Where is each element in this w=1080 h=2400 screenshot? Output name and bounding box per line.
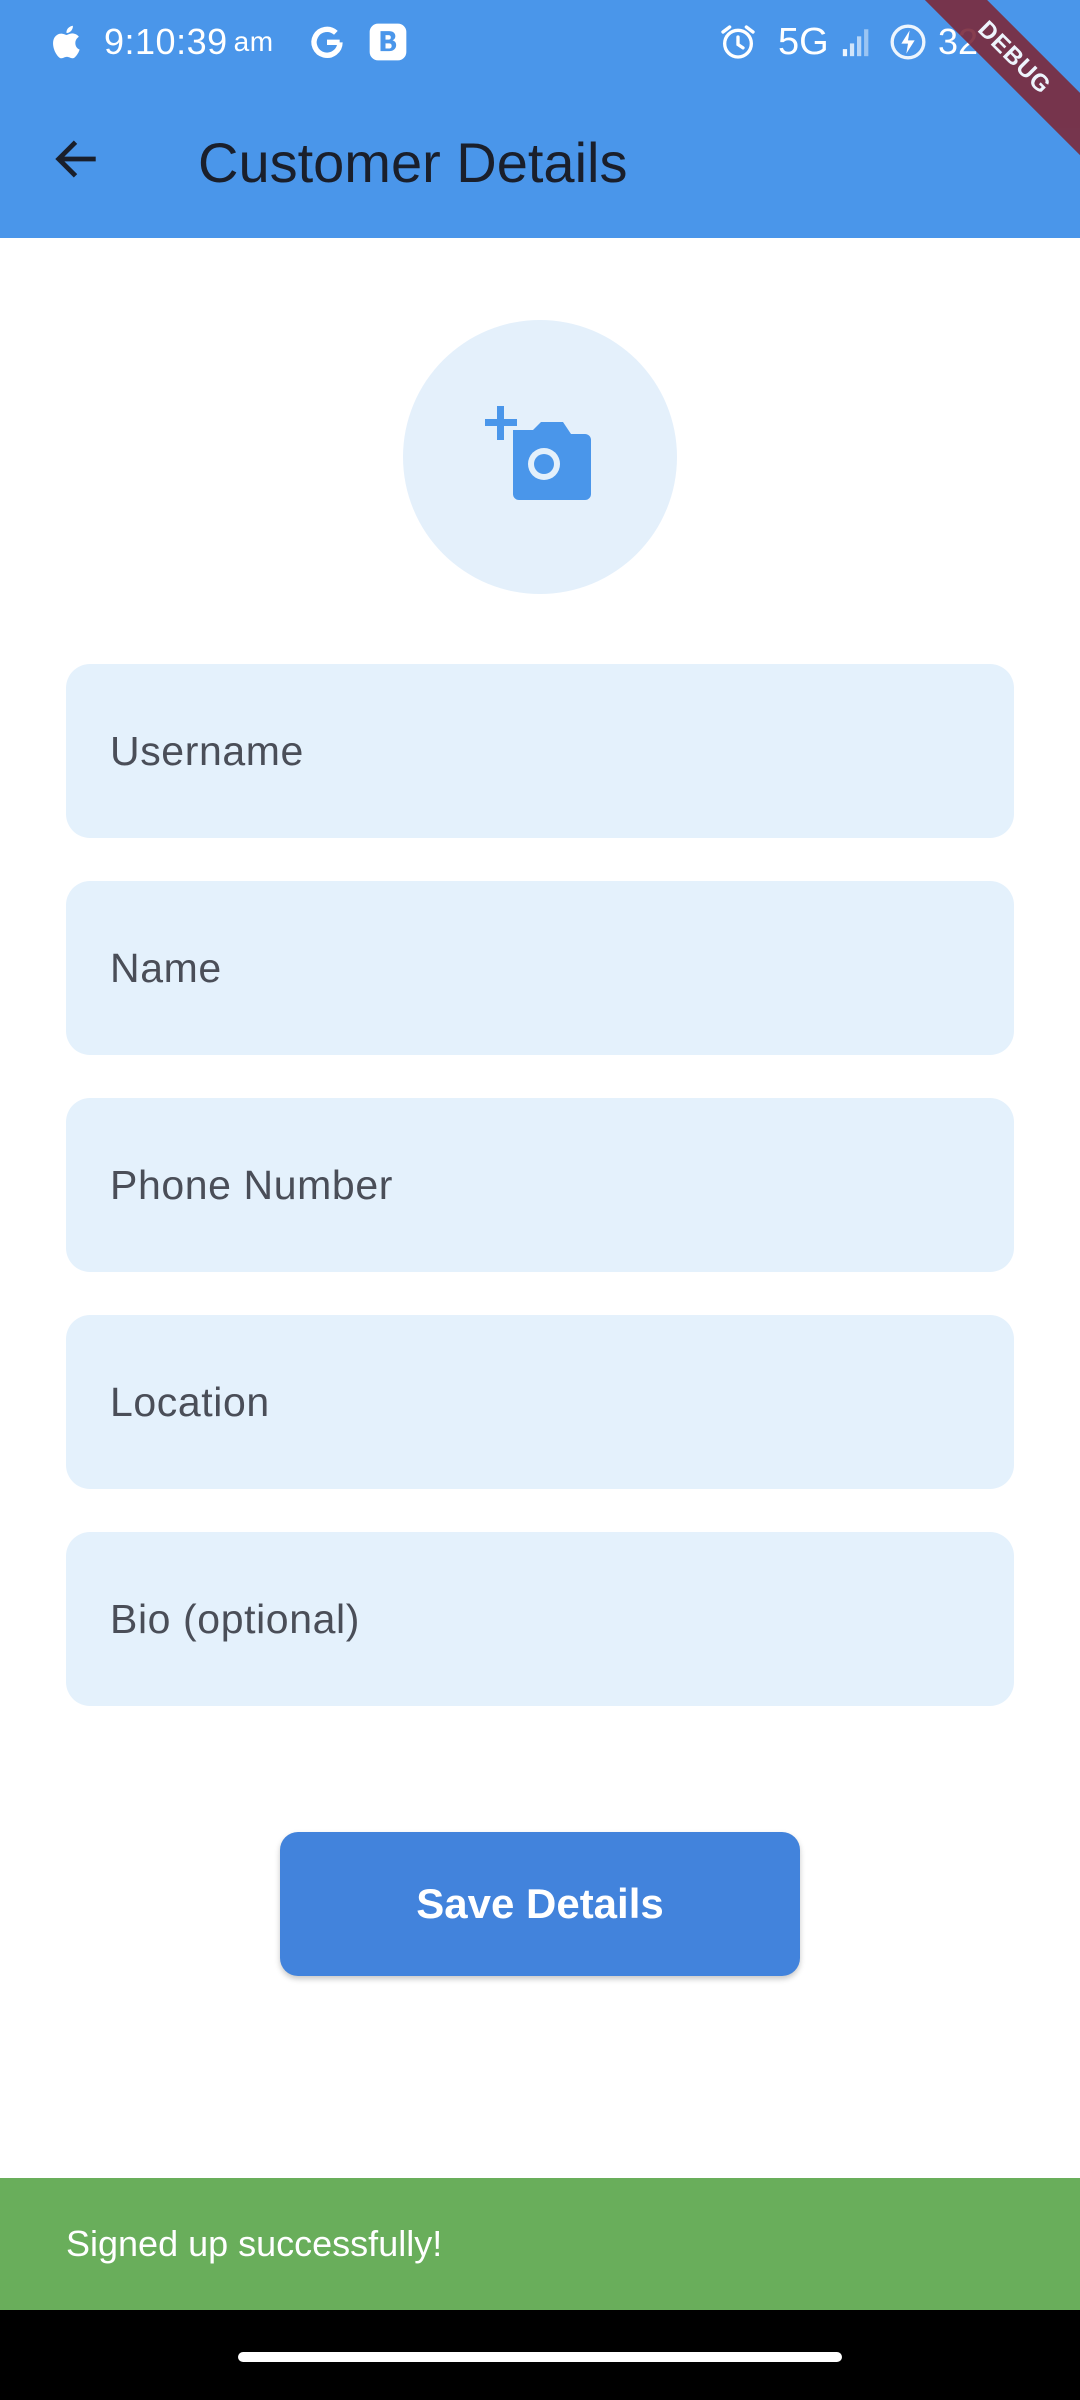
status-time: 9:10:39 am	[104, 21, 274, 62]
status-bar: 9:10:39 am 5G 32	[0, 0, 1080, 84]
signal-icon	[840, 0, 874, 84]
apple-icon	[48, 0, 82, 84]
username-input[interactable]	[108, 726, 1014, 776]
bio-input[interactable]	[108, 1594, 1014, 1644]
google-icon	[308, 0, 346, 84]
location-input[interactable]	[108, 1377, 1014, 1427]
phone-input[interactable]	[108, 1160, 1014, 1210]
add-a-photo-icon	[484, 404, 595, 511]
bio-field[interactable]	[66, 1532, 1014, 1706]
alarm-icon	[718, 0, 758, 84]
network-type: 5G	[778, 20, 829, 63]
page-title: Customer Details	[198, 130, 628, 194]
system-nav-bar	[0, 2310, 1080, 2400]
app-bar: Customer Details	[0, 84, 1080, 238]
phone-field[interactable]	[66, 1098, 1014, 1272]
home-gesture-handle[interactable]	[238, 2352, 842, 2362]
snackbar: Signed up successfully!	[0, 2178, 1080, 2310]
location-field[interactable]	[66, 1315, 1014, 1489]
profile-photo-picker[interactable]	[403, 320, 677, 594]
snackbar-message: Signed up successfully!	[66, 2223, 443, 2264]
battery-charging-icon	[888, 0, 928, 84]
back-button[interactable]	[36, 121, 116, 201]
name-field[interactable]	[66, 881, 1014, 1055]
name-input[interactable]	[108, 943, 1014, 993]
username-field[interactable]	[66, 664, 1014, 838]
arrow-back-icon	[50, 133, 102, 190]
save-details-button[interactable]: Save Details	[280, 1832, 800, 1976]
b-app-icon	[368, 0, 408, 84]
